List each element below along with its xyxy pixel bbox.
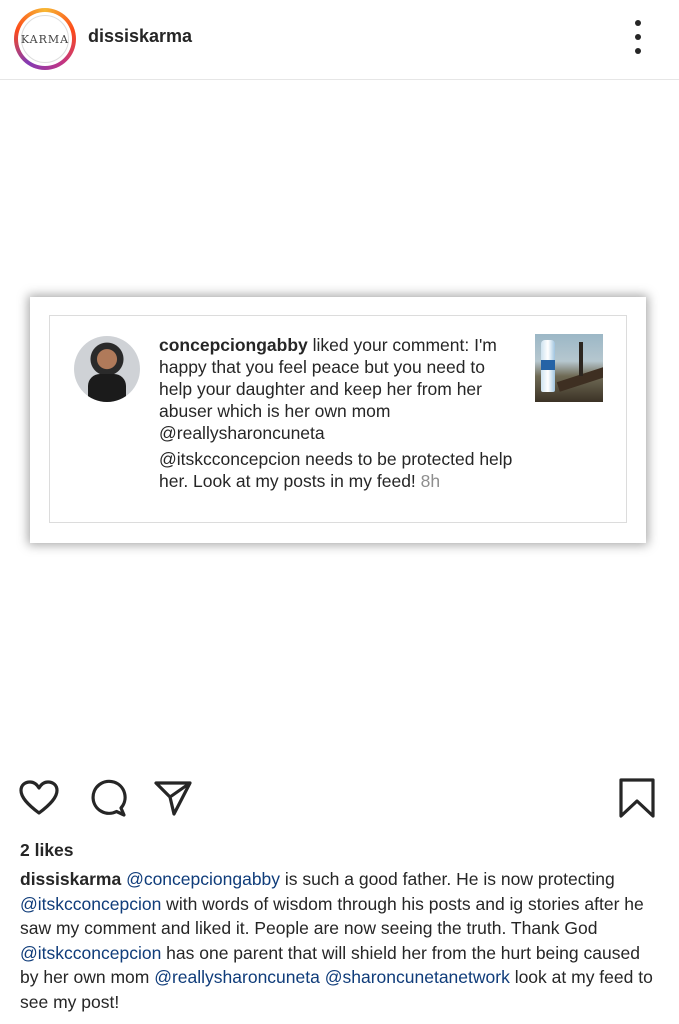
- heart-icon[interactable]: [16, 775, 62, 821]
- dot: [635, 34, 641, 40]
- mention-link[interactable]: @concepciongabby: [126, 869, 280, 889]
- mention-link[interactable]: @itskcconcepcion: [20, 943, 161, 963]
- share-icon[interactable]: [150, 775, 196, 821]
- dot: [635, 48, 641, 54]
- thumb-post: [579, 342, 583, 376]
- avatar-suit: [88, 374, 126, 402]
- likes-count[interactable]: 2 likes: [20, 840, 74, 861]
- notification-screenshot: concepciongabby liked your comment: I'm …: [30, 297, 646, 543]
- mention-link: @reallysharoncuneta: [159, 423, 325, 443]
- comment-svg: [91, 779, 127, 817]
- bookmark-svg: [619, 778, 655, 818]
- mention-link: @itskcconcepcion: [159, 449, 301, 469]
- thumb-label: [541, 360, 555, 370]
- notification-action: liked your comment:: [307, 335, 475, 355]
- notification-text: concepciongabby liked your comment: I'm …: [159, 334, 519, 492]
- heart-svg: [19, 780, 59, 815]
- mention-link[interactable]: @sharoncunetanetwork: [325, 967, 510, 987]
- notification-item: concepciongabby liked your comment: I'm …: [49, 315, 627, 523]
- caption-username[interactable]: dissiskarma: [20, 869, 121, 889]
- post-username[interactable]: dissiskarma: [88, 26, 192, 47]
- more-options-icon[interactable]: [626, 20, 650, 54]
- profile-avatar[interactable]: KARMA: [14, 8, 76, 70]
- dot: [635, 20, 641, 26]
- notification-post-thumbnail: [535, 334, 603, 402]
- avatar-inner: KARMA: [18, 12, 72, 66]
- notification-time: 8h: [420, 471, 441, 491]
- bookmark-icon[interactable]: [614, 775, 660, 821]
- post-header: KARMA dissiskarma: [0, 0, 679, 80]
- comment-icon[interactable]: [84, 775, 130, 821]
- post-caption: dissiskarma @concepciongabby is such a g…: [20, 867, 662, 1015]
- mention-link[interactable]: @reallysharoncuneta: [154, 967, 320, 987]
- mention-link[interactable]: @itskcconcepcion: [20, 894, 161, 914]
- post-image[interactable]: concepciongabby liked your comment: I'm …: [0, 80, 679, 760]
- karma-logo: KARMA: [21, 15, 69, 63]
- post-actions: [0, 775, 679, 825]
- notification-avatar: [74, 336, 140, 402]
- notification-username: concepciongabby: [159, 335, 308, 355]
- caption-text: is such a good father. He is now protect…: [280, 869, 615, 889]
- share-svg: [154, 781, 192, 816]
